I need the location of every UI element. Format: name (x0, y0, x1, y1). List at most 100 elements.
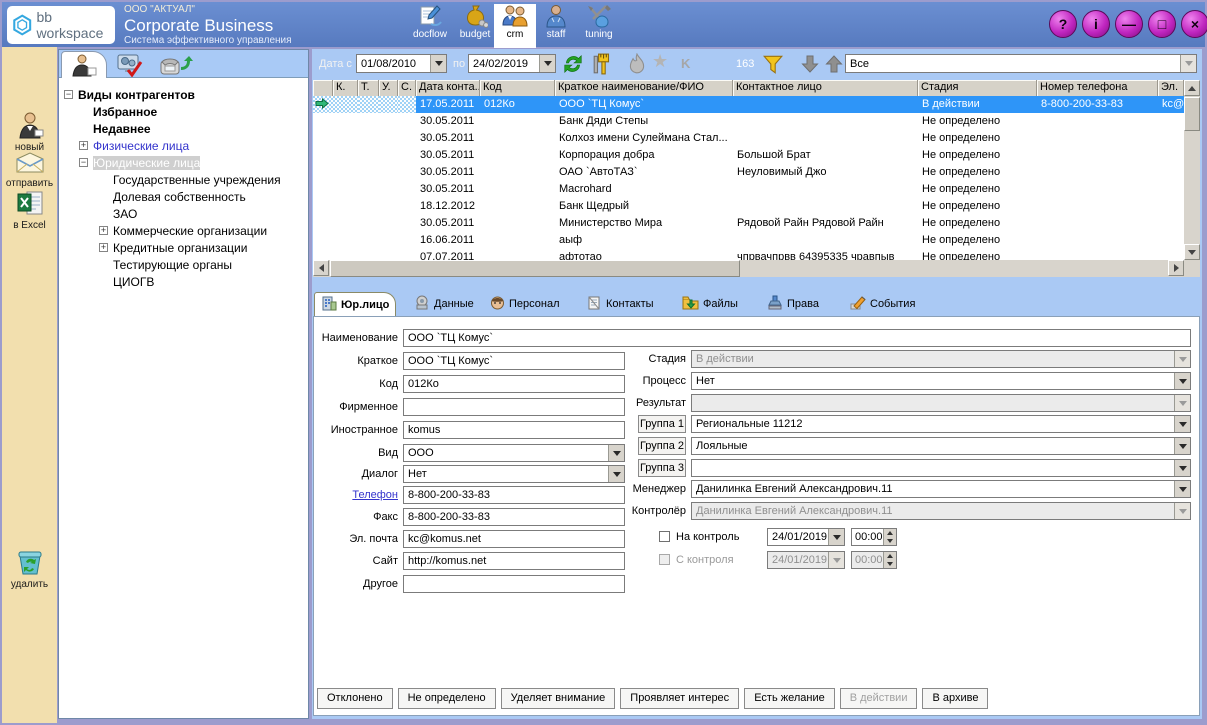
column-header[interactable]: Код (480, 80, 555, 96)
table-cell[interactable]: Неуловимый Джо (733, 164, 918, 181)
close-button[interactable]: × (1181, 10, 1207, 38)
table-cell[interactable] (398, 147, 416, 164)
table-cell[interactable] (398, 232, 416, 249)
table-cell[interactable] (1158, 181, 1184, 198)
table-cell[interactable] (379, 249, 398, 260)
field-input[interactable]: komus (403, 421, 625, 439)
module-budget[interactable]: budget (454, 4, 496, 48)
export-excel-button[interactable]: в Excel (2, 189, 57, 231)
category-filter-arrow[interactable] (1180, 55, 1196, 72)
column-header[interactable]: У. (379, 80, 398, 96)
table-cell[interactable] (1158, 232, 1184, 249)
help-button[interactable]: ? (1049, 10, 1077, 38)
tab-legal-entity[interactable]: Юр.лицо (314, 292, 396, 316)
flame-icon[interactable] (627, 53, 647, 75)
table-cell[interactable] (313, 249, 333, 260)
move-up-icon[interactable] (824, 54, 844, 74)
table-cell[interactable] (313, 164, 333, 181)
table-cell[interactable] (1158, 198, 1184, 215)
table-cell[interactable] (1158, 249, 1184, 260)
dropdown-arrow[interactable] (608, 466, 624, 482)
expand-icon[interactable]: + (99, 226, 108, 235)
table-cell[interactable] (733, 130, 918, 147)
refresh-icon[interactable] (562, 53, 584, 75)
table-cell[interactable] (398, 249, 416, 260)
expand-icon[interactable]: + (99, 243, 108, 252)
column-header[interactable]: Контактное лицо (733, 80, 918, 96)
category-filter-combo[interactable]: Все (845, 54, 1197, 73)
table-cell[interactable]: Не определено (918, 130, 1037, 147)
control-checkbox[interactable] (659, 531, 670, 542)
field-combo[interactable]: Региональные 11212 (691, 415, 1191, 433)
table-row[interactable]: 30.05.2011Банк Дяди СтепыНе определено (313, 113, 1184, 130)
column-header[interactable] (313, 80, 333, 96)
table-cell[interactable]: Macrohard (555, 181, 733, 198)
move-down-icon[interactable] (800, 54, 820, 74)
tree-item-label[interactable]: Виды контрагентов (78, 88, 195, 102)
table-cell[interactable] (480, 249, 555, 260)
table-row[interactable]: 17.05.2011012КоООО `ТЦ Комус`В действии8… (313, 96, 1184, 113)
column-header[interactable]: С. (398, 80, 416, 96)
column-header[interactable]: Номер телефона (1037, 80, 1158, 96)
dropdown-arrow[interactable] (1174, 460, 1190, 476)
tree-item-label[interactable]: Тестирующие органы (113, 258, 232, 272)
status-button[interactable]: Отклонено (317, 688, 393, 709)
table-cell[interactable] (398, 198, 416, 215)
tree-item-label[interactable]: Государственные учреждения (113, 173, 281, 187)
table-cell[interactable] (358, 96, 379, 113)
tab-данные[interactable]: Данные (408, 292, 480, 316)
table-cell[interactable]: Большой Брат (733, 147, 918, 164)
minimize-button[interactable]: — (1115, 10, 1143, 38)
table-cell[interactable] (480, 130, 555, 147)
tree-item[interactable]: −Виды контрагентов (59, 86, 308, 103)
field-input[interactable] (403, 575, 625, 593)
tree-item-label[interactable]: Недавнее (93, 122, 151, 136)
table-cell[interactable] (333, 96, 358, 113)
table-cell[interactable]: 18.12.2012 (416, 198, 480, 215)
dropdown-arrow[interactable] (1174, 438, 1190, 454)
table-cell[interactable] (1037, 215, 1158, 232)
tree-item-label[interactable]: Долевая собственность (113, 190, 246, 204)
table-cell[interactable] (379, 164, 398, 181)
field-input[interactable]: ООО `ТЦ Комус` (403, 329, 1191, 347)
table-cell[interactable] (313, 147, 333, 164)
table-cell[interactable]: чпрвачпрвв 64395335 чравпыв (733, 249, 918, 260)
table-horizontal-scrollbar[interactable] (313, 260, 1184, 277)
table-cell[interactable]: 30.05.2011 (416, 164, 480, 181)
tree-item[interactable]: Недавнее (59, 120, 308, 137)
field-combo[interactable]: Лояльные (691, 437, 1191, 455)
funnel-filter-icon[interactable] (762, 53, 784, 75)
table-cell[interactable] (733, 113, 918, 130)
table-cell[interactable] (358, 113, 379, 130)
table-cell[interactable] (379, 130, 398, 147)
send-button[interactable]: отправить (2, 151, 57, 189)
tree-item-label[interactable]: Физические лица (93, 139, 189, 153)
table-cell[interactable]: 30.05.2011 (416, 113, 480, 130)
date-from-picker[interactable]: 01/08/2010 (356, 54, 447, 73)
table-row[interactable]: 30.05.2011ОАО `АвтоТАЗ`Неуловимый ДжоНе … (313, 164, 1184, 181)
tree-item-label[interactable]: ЗАО (113, 207, 137, 221)
table-cell[interactable] (379, 147, 398, 164)
table-cell[interactable] (480, 147, 555, 164)
new-record-button[interactable]: новый (2, 111, 57, 153)
table-cell[interactable]: Банк Щедрый (555, 198, 733, 215)
tree-item[interactable]: +Коммерческие организации (59, 222, 308, 239)
tab-phone-calls[interactable] (159, 53, 193, 80)
tree-item[interactable]: ЗАО (59, 205, 308, 222)
table-cell[interactable] (379, 215, 398, 232)
table-cell[interactable] (358, 249, 379, 260)
table-cell[interactable] (313, 215, 333, 232)
table-cell[interactable]: аыф (555, 232, 733, 249)
expand-icon[interactable]: + (79, 141, 88, 150)
dropdown-arrow[interactable] (1174, 481, 1190, 497)
table-cell[interactable] (1158, 164, 1184, 181)
table-cell[interactable] (379, 232, 398, 249)
tree-item[interactable]: + Физические лица (59, 137, 308, 154)
table-cell[interactable] (379, 96, 398, 113)
table-cell[interactable]: Рядовой Райн Рядовой Райн (733, 215, 918, 232)
table-cell[interactable] (733, 232, 918, 249)
maximize-button[interactable]: □ (1148, 10, 1176, 38)
tab-контакты[interactable]: Контакты (580, 292, 660, 316)
date-from-dropdown-arrow[interactable] (430, 55, 446, 72)
column-header[interactable]: Дата конта... (416, 80, 480, 96)
